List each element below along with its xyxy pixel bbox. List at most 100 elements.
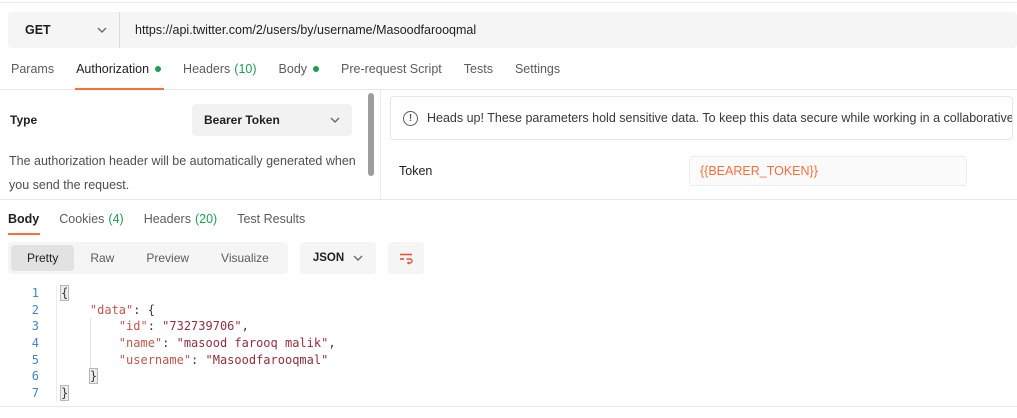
json-token-punc-hl: { (61, 286, 68, 300)
language-select[interactable]: JSON (300, 242, 376, 274)
tab-label: Cookies (59, 212, 104, 226)
json-token-key: "username" (119, 353, 191, 367)
auth-right-pane: ! Heads up! These parameters hold sensit… (381, 90, 1017, 199)
indent-guide (90, 318, 91, 335)
view-mode-preview[interactable]: Preview (130, 245, 205, 271)
auth-left-pane: Type Bearer Token The authorization head… (0, 90, 381, 199)
tab-label: Settings (515, 62, 560, 76)
tab-label: Params (11, 62, 54, 76)
view-mode-segmented-control: PrettyRawPreviewVisualize (8, 242, 288, 274)
code-line-content: } (57, 368, 97, 385)
auth-type-label: Type (10, 113, 192, 127)
tab-settings[interactable]: Settings (504, 48, 571, 89)
method-label: GET (25, 23, 51, 37)
view-mode-pretty[interactable]: Pretty (11, 245, 74, 271)
code-line: 5 "username": "Masoodfarooqmal" (0, 352, 1017, 369)
tab-authorization[interactable]: Authorization (65, 48, 172, 89)
json-token-punc-hl: } (61, 386, 68, 400)
code-editor: 1{2 "data": {3 "id": "732739706",4 "name… (0, 282, 1017, 407)
tab-headers[interactable]: Headers (10) (172, 48, 267, 89)
code-line: 6 } (0, 368, 1017, 385)
tab-test-results[interactable]: Test Results (227, 200, 315, 238)
json-token-punc: : (191, 353, 205, 367)
alert-circle-icon: ! (403, 111, 418, 126)
line-number: 4 (0, 335, 57, 352)
json-token-str: "masood farooq malik" (177, 336, 329, 350)
tab-count: (4) (108, 212, 123, 226)
top-divider (0, 2, 1017, 3)
wrap-text-button[interactable] (388, 242, 424, 274)
warning-text: Heads up! These parameters hold sensitiv… (427, 111, 1013, 125)
green-dot-icon (313, 66, 319, 72)
auth-type-select[interactable]: Bearer Token (192, 104, 352, 136)
request-url-bar: GET https://api.twitter.com/2/users/by/u… (8, 12, 1017, 48)
url-input[interactable]: https://api.twitter.com/2/users/by/usern… (120, 23, 476, 37)
code-line-content: "data": { (57, 302, 155, 319)
json-token-punc: { (148, 303, 155, 317)
code-line-content: "name": "masood farooq malik", (57, 335, 336, 352)
tab-body[interactable]: Body (268, 48, 331, 89)
indent-guide (90, 335, 91, 352)
line-number: 6 (0, 368, 57, 385)
line-number: 1 (0, 285, 57, 302)
code-line-content: "id": "732739706", (57, 318, 249, 335)
line-number: 5 (0, 352, 57, 369)
view-mode-raw[interactable]: Raw (74, 245, 130, 271)
json-token-punc: , (242, 319, 249, 333)
tab-pre-request-script[interactable]: Pre-request Script (330, 48, 453, 89)
tab-label: Authorization (76, 62, 149, 76)
tab-params[interactable]: Params (0, 48, 65, 89)
wrap-text-icon (398, 250, 414, 266)
tab-body[interactable]: Body (0, 200, 49, 238)
json-token-punc-hl: } (90, 369, 97, 383)
authorization-panel: Type Bearer Token The authorization head… (0, 90, 1017, 200)
auth-helper-text: The authorization header will be automat… (9, 149, 361, 197)
json-token-punc: : (148, 319, 162, 333)
tab-label: Headers (144, 212, 191, 226)
tab-count: (20) (195, 212, 217, 226)
tab-count: (10) (234, 62, 256, 76)
tab-tests[interactable]: Tests (453, 48, 504, 89)
token-input[interactable]: {{BEARER_TOKEN}} (689, 156, 967, 186)
tab-label: Test Results (237, 212, 305, 226)
view-mode-visualize[interactable]: Visualize (205, 245, 285, 271)
token-label: Token (399, 164, 689, 178)
chevron-down-icon (353, 255, 363, 261)
json-token-str: "732739706" (162, 319, 241, 333)
tab-cookies[interactable]: Cookies (4) (49, 200, 133, 238)
token-value: {{BEARER_TOKEN}} (700, 164, 818, 178)
line-number: 2 (0, 302, 57, 319)
code-line-content: { (57, 285, 68, 302)
tab-label: Headers (183, 62, 230, 76)
warning-banner: ! Heads up! These parameters hold sensit… (390, 96, 1013, 140)
tab-label: Pre-request Script (341, 62, 442, 76)
language-label: JSON (313, 252, 344, 264)
scrollbar-thumb[interactable] (368, 93, 374, 176)
json-token-punc: : (162, 336, 176, 350)
chevron-down-icon (330, 117, 340, 123)
code-line: 7} (0, 385, 1017, 402)
indent-guide (90, 352, 91, 369)
line-number: 7 (0, 385, 57, 402)
code-line: 4 "name": "masood farooq malik", (0, 335, 1017, 352)
method-select[interactable]: GET (8, 12, 120, 48)
response-viewer-toolbar: PrettyRawPreviewVisualize JSON (8, 242, 1017, 274)
json-token-key: "name" (119, 336, 162, 350)
tab-label: Tests (464, 62, 493, 76)
code-line-content: } (57, 385, 68, 402)
json-token-key: "id" (119, 319, 148, 333)
chevron-down-icon (97, 27, 107, 33)
green-dot-icon (155, 66, 161, 72)
code-line: 1{ (0, 285, 1017, 302)
code-line: 3 "id": "732739706", (0, 318, 1017, 335)
code-line: 2 "data": { (0, 302, 1017, 319)
tab-label: Body (8, 212, 39, 226)
json-token-key: "data" (90, 303, 133, 317)
json-token-str: "Masoodfarooqmal" (206, 353, 329, 367)
json-token-punc: , (328, 336, 335, 350)
code-line-content: "username": "Masoodfarooqmal" (57, 352, 328, 369)
response-tabs: Body Cookies (4) Headers (20) Test Results (0, 200, 1017, 238)
auth-type-value: Bearer Token (204, 113, 280, 127)
tab-headers[interactable]: Headers (20) (134, 200, 227, 238)
line-number: 3 (0, 318, 57, 335)
